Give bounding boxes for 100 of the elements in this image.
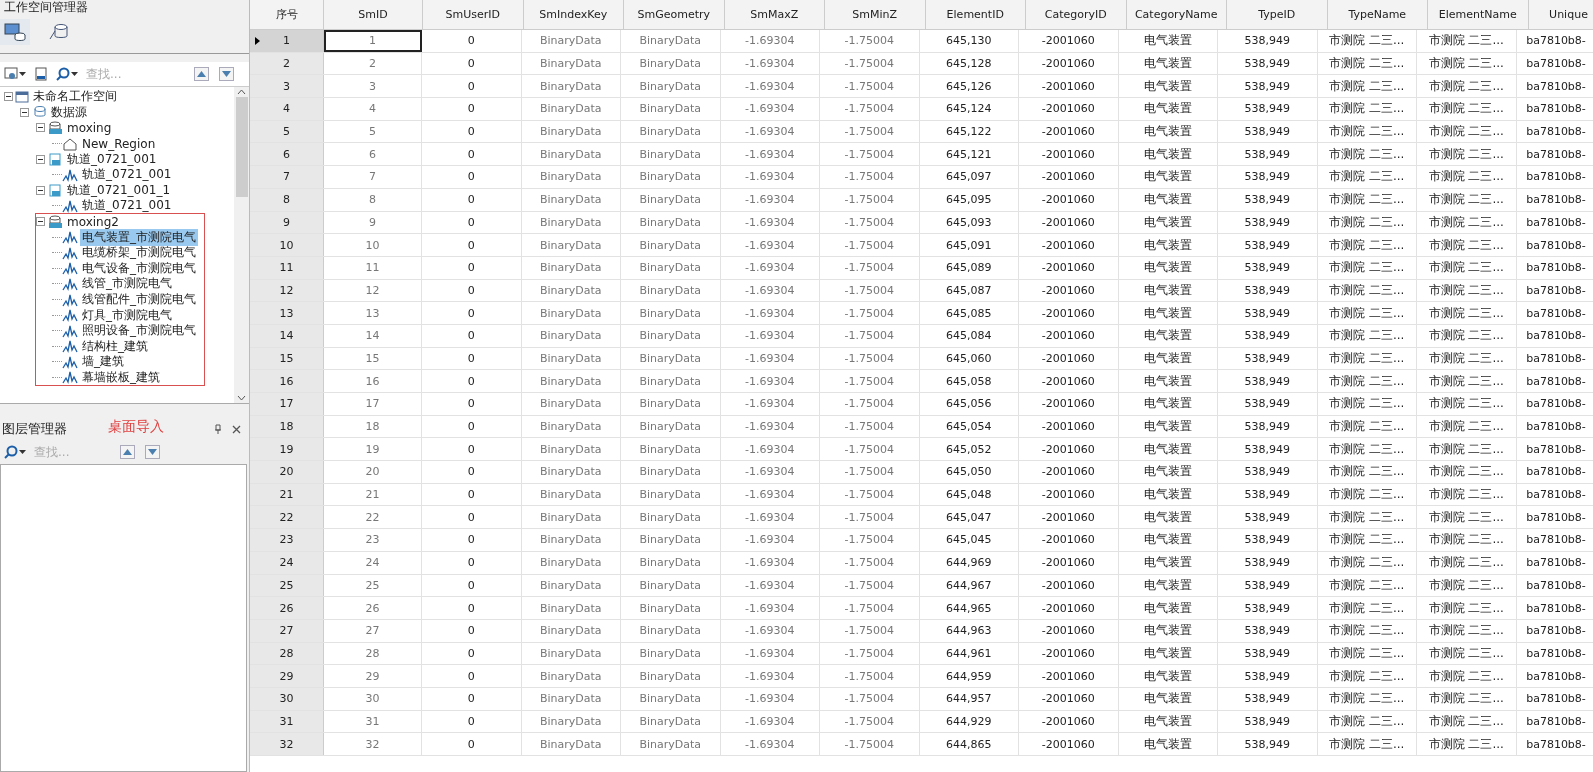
table-cell: 538,949	[1218, 597, 1318, 619]
column-header[interactable]: Unique	[1528, 0, 1593, 29]
collapse-toggle[interactable]	[36, 123, 45, 133]
panel-tab[interactable]	[0, 19, 30, 45]
row-header[interactable]: 17	[250, 393, 324, 415]
previous-button[interactable]	[120, 445, 135, 459]
row-header[interactable]: 15	[250, 347, 324, 370]
row-header[interactable]: 30	[250, 687, 324, 710]
column-header[interactable]: SmMaxZ	[724, 0, 825, 29]
table-cell: -1.69304	[720, 461, 820, 483]
table-cell: -1.69304	[720, 438, 820, 461]
row-header[interactable]: 5	[250, 120, 324, 143]
table-cell: 市测院 二三...	[1317, 619, 1417, 642]
table-cell: BinaryData	[621, 256, 721, 279]
row-header[interactable]: 29	[250, 665, 324, 687]
tree-item[interactable]: New_Region	[80, 136, 158, 151]
row-header[interactable]: 8	[250, 188, 324, 211]
table-cell: 电气装置	[1118, 98, 1218, 120]
row-header[interactable]: 22	[250, 506, 324, 529]
row-header[interactable]: 11	[250, 256, 324, 279]
column-header[interactable]: SmGeometry	[624, 0, 725, 29]
tree-item[interactable]: 未命名工作空间	[31, 88, 119, 106]
row-header[interactable]: 1	[250, 30, 324, 52]
row-header[interactable]: 12	[250, 279, 324, 302]
collapse-toggle[interactable]	[36, 154, 45, 164]
table-cell: BinaryData	[521, 211, 621, 234]
table-cell: BinaryData	[521, 143, 621, 166]
row-header[interactable]: 10	[250, 234, 324, 256]
table-cell: 市测院 二三...	[1417, 234, 1517, 256]
tree-item[interactable]: 轨道_0721_001	[80, 166, 174, 184]
column-header[interactable]: 序号	[250, 0, 324, 29]
table-cell: BinaryData	[521, 687, 621, 710]
column-header[interactable]: SmUserID	[423, 0, 524, 29]
table-cell: 18	[324, 415, 422, 438]
row-header[interactable]: 23	[250, 529, 324, 551]
collapse-toggle[interactable]	[36, 217, 45, 227]
scrollbar[interactable]	[234, 87, 249, 403]
row-header[interactable]: 28	[250, 642, 324, 665]
row-header[interactable]: 16	[250, 370, 324, 392]
tree-item[interactable]: 电气设备_市测院电气	[80, 259, 198, 277]
table-cell: 0	[422, 188, 522, 211]
table-cell: 电气装置	[1118, 393, 1218, 415]
row-header[interactable]: 26	[250, 597, 324, 619]
tree-item[interactable]: 轨道_0721_001_1	[65, 181, 173, 199]
column-header[interactable]: ElementName	[1428, 0, 1529, 29]
column-header[interactable]: SmMinZ	[825, 0, 926, 29]
next-button[interactable]	[145, 445, 160, 459]
row-header[interactable]: 27	[250, 619, 324, 642]
search-field[interactable]: 查找...	[32, 444, 116, 460]
row-header[interactable]: 21	[250, 483, 324, 506]
collapse-toggle[interactable]	[20, 107, 29, 117]
row-header[interactable]: 6	[250, 143, 324, 166]
row-header[interactable]: 13	[250, 302, 324, 324]
tree-item[interactable]: 轨道_0721_001	[65, 150, 159, 168]
tree-item[interactable]: 墙_建筑	[80, 353, 126, 371]
column-header[interactable]: CategoryName	[1126, 0, 1227, 29]
row-header[interactable]: 20	[250, 461, 324, 483]
row-header[interactable]: 14	[250, 324, 324, 347]
tree-item[interactable]: 电气装置_市测院电气	[80, 228, 198, 246]
table-cell: BinaryData	[521, 370, 621, 392]
document-button[interactable]	[32, 64, 50, 84]
collapse-toggle[interactable]	[36, 185, 45, 195]
row-header[interactable]: 7	[250, 166, 324, 188]
peaks-icon	[62, 245, 78, 260]
column-header[interactable]: TypeName	[1327, 0, 1428, 29]
row-header[interactable]: 4	[250, 98, 324, 120]
row-header[interactable]: 31	[250, 710, 324, 733]
previous-button[interactable]	[194, 67, 209, 81]
table-cell: -2001060	[1019, 574, 1119, 597]
tree-item[interactable]: moxing2	[65, 214, 121, 229]
column-header[interactable]: CategoryID	[1026, 0, 1127, 29]
collapse-toggle[interactable]	[4, 92, 13, 102]
row-header[interactable]: 9	[250, 211, 324, 234]
tree-item[interactable]: 照明设备_市测院电气	[80, 322, 198, 340]
column-header[interactable]: SmIndexKey	[523, 0, 624, 29]
row-header[interactable]: 2	[250, 52, 324, 75]
tree-item[interactable]: 线管_市测院电气	[80, 275, 174, 293]
row-header[interactable]: 18	[250, 415, 324, 438]
tree-item[interactable]: moxing	[65, 121, 114, 135]
tree-item[interactable]: 电缆桥架_市测院电气	[80, 244, 198, 262]
table-cell: 市测院 二三...	[1317, 415, 1417, 438]
tree-item[interactable]: 线管配件_市测院电气	[80, 291, 198, 308]
row-header[interactable]: 3	[250, 75, 324, 98]
row-header[interactable]: 25	[250, 574, 324, 597]
column-header[interactable]: SmID	[324, 0, 423, 29]
row-header[interactable]: 19	[250, 438, 324, 461]
tree-item[interactable]: 轨道_0721_001	[80, 197, 174, 215]
column-header[interactable]: ElementID	[925, 0, 1026, 29]
table-cell: 电气装置	[1118, 30, 1218, 52]
row-header[interactable]: 32	[250, 733, 324, 755]
tree-item[interactable]: 灯具_市测院电气	[80, 306, 174, 324]
tree-item[interactable]: 幕墙嵌板_建筑	[80, 369, 162, 386]
next-button[interactable]	[219, 67, 234, 81]
table-cell: BinaryData	[621, 211, 721, 234]
arrow-up-icon	[123, 449, 132, 455]
column-header[interactable]: TypeID	[1227, 0, 1328, 29]
tree-item[interactable]: 数据源	[49, 103, 89, 121]
tree-item[interactable]: 结构柱_建筑	[80, 337, 150, 355]
table-cell: ba7810b8-	[1516, 438, 1593, 461]
row-header[interactable]: 24	[250, 551, 324, 574]
